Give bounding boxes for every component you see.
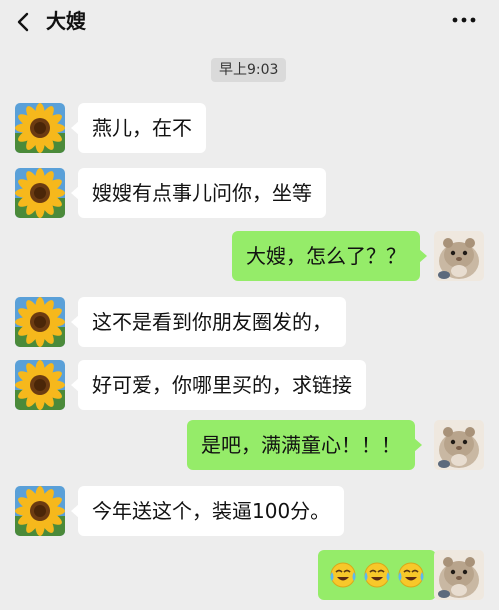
incoming-message-bubble[interactable]: 嫂嫂有点事儿问你，坐等 [71, 168, 326, 218]
my-avatar[interactable] [434, 550, 484, 600]
sunflower-avatar-icon [15, 360, 65, 410]
hamster-avatar-icon [434, 420, 484, 470]
contact-avatar[interactable] [15, 168, 65, 218]
tears-of-joy-emoji-icon [328, 560, 358, 590]
sunflower-avatar-icon [15, 486, 65, 536]
chat-title: 大嫂 [46, 9, 86, 33]
contact-avatar[interactable] [15, 103, 65, 153]
incoming-message-bubble[interactable]: 这不是看到你朋友圈发的， [71, 297, 346, 347]
ellipsis-icon[interactable] [451, 14, 477, 26]
my-avatar[interactable] [434, 420, 484, 470]
incoming-message-bubble[interactable]: 今年送这个，装逼100分。 [70, 486, 345, 536]
contact-avatar[interactable] [15, 360, 65, 410]
outgoing-message-bubble[interactable] [318, 550, 443, 600]
sunflower-avatar-icon [15, 168, 65, 218]
contact-avatar[interactable] [15, 297, 65, 347]
chat-header: 大嫂 [0, 0, 499, 44]
incoming-message-bubble[interactable]: 燕儿，在不 [71, 103, 206, 153]
sunflower-avatar-icon [15, 103, 65, 153]
timestamp: 早上9:03 [211, 58, 287, 82]
outgoing-message-bubble[interactable]: 是吧，满满童心！！！ [187, 420, 422, 470]
hamster-avatar-icon [434, 550, 484, 600]
contact-avatar[interactable] [15, 486, 65, 536]
sunflower-avatar-icon [15, 297, 65, 347]
hamster-avatar-icon [434, 231, 484, 281]
outgoing-message-bubble[interactable]: 大嫂，怎么了？？ [232, 231, 427, 281]
my-avatar[interactable] [434, 231, 484, 281]
incoming-message-bubble[interactable]: 好可爱，你哪里买的，求链接 [71, 360, 366, 410]
tears-of-joy-emoji-icon [396, 560, 426, 590]
chevron-left-icon[interactable] [14, 12, 34, 32]
tears-of-joy-emoji-icon [362, 560, 392, 590]
